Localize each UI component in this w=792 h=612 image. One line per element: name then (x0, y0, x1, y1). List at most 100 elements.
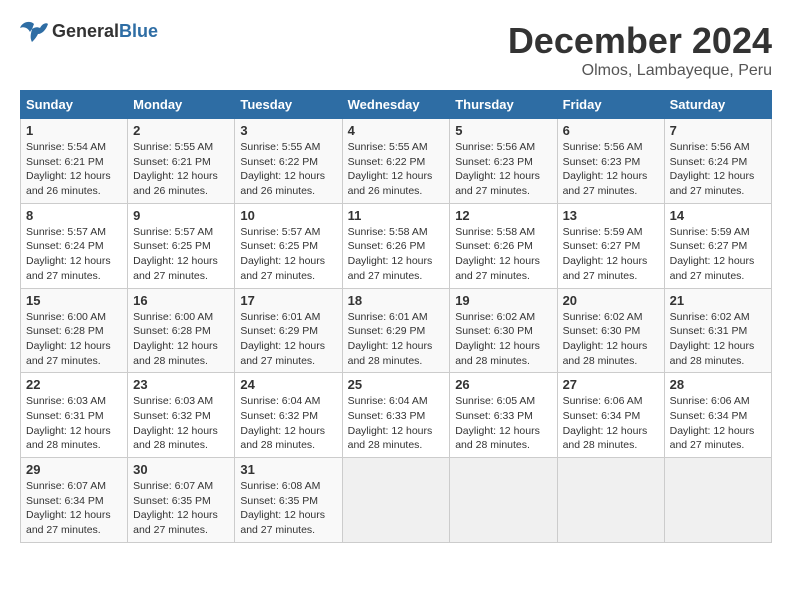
header-friday: Friday (557, 91, 664, 119)
calendar-cell: 21 Sunrise: 6:02 AM Sunset: 6:31 PM Dayl… (664, 288, 771, 373)
week-row-3: 15 Sunrise: 6:00 AM Sunset: 6:28 PM Dayl… (21, 288, 772, 373)
day-number: 31 (240, 462, 336, 477)
day-number: 23 (133, 377, 229, 392)
day-number: 20 (563, 293, 659, 308)
day-info: Sunrise: 6:01 AM Sunset: 6:29 PM Dayligh… (240, 310, 336, 369)
calendar-cell: 11 Sunrise: 5:58 AM Sunset: 6:26 PM Dayl… (342, 203, 450, 288)
logo: GeneralBlue (20, 20, 158, 42)
calendar-cell: 24 Sunrise: 6:04 AM Sunset: 6:32 PM Dayl… (235, 373, 342, 458)
day-info: Sunrise: 6:07 AM Sunset: 6:35 PM Dayligh… (133, 479, 229, 538)
calendar-cell: 20 Sunrise: 6:02 AM Sunset: 6:30 PM Dayl… (557, 288, 664, 373)
day-number: 4 (348, 123, 445, 138)
day-number: 3 (240, 123, 336, 138)
day-number: 7 (670, 123, 766, 138)
calendar-cell: 17 Sunrise: 6:01 AM Sunset: 6:29 PM Dayl… (235, 288, 342, 373)
calendar-cell: 7 Sunrise: 5:56 AM Sunset: 6:24 PM Dayli… (664, 119, 771, 204)
week-row-2: 8 Sunrise: 5:57 AM Sunset: 6:24 PM Dayli… (21, 203, 772, 288)
day-info: Sunrise: 6:01 AM Sunset: 6:29 PM Dayligh… (348, 310, 445, 369)
calendar-cell: 27 Sunrise: 6:06 AM Sunset: 6:34 PM Dayl… (557, 373, 664, 458)
calendar-cell: 3 Sunrise: 5:55 AM Sunset: 6:22 PM Dayli… (235, 119, 342, 204)
day-info: Sunrise: 6:00 AM Sunset: 6:28 PM Dayligh… (133, 310, 229, 369)
day-info: Sunrise: 5:56 AM Sunset: 6:23 PM Dayligh… (455, 140, 551, 199)
week-row-4: 22 Sunrise: 6:03 AM Sunset: 6:31 PM Dayl… (21, 373, 772, 458)
header-tuesday: Tuesday (235, 91, 342, 119)
day-number: 26 (455, 377, 551, 392)
day-number: 19 (455, 293, 551, 308)
title-area: December 2024 Olmos, Lambayeque, Peru (508, 20, 772, 80)
calendar-cell: 1 Sunrise: 5:54 AM Sunset: 6:21 PM Dayli… (21, 119, 128, 204)
day-number: 1 (26, 123, 122, 138)
day-info: Sunrise: 6:02 AM Sunset: 6:30 PM Dayligh… (455, 310, 551, 369)
day-number: 17 (240, 293, 336, 308)
day-info: Sunrise: 5:59 AM Sunset: 6:27 PM Dayligh… (563, 225, 659, 284)
calendar-cell: 25 Sunrise: 6:04 AM Sunset: 6:33 PM Dayl… (342, 373, 450, 458)
day-info: Sunrise: 6:00 AM Sunset: 6:28 PM Dayligh… (26, 310, 122, 369)
calendar-cell: 30 Sunrise: 6:07 AM Sunset: 6:35 PM Dayl… (128, 458, 235, 543)
calendar-title: December 2024 (508, 20, 772, 62)
header-thursday: Thursday (450, 91, 557, 119)
day-info: Sunrise: 6:04 AM Sunset: 6:33 PM Dayligh… (348, 394, 445, 453)
day-info: Sunrise: 6:02 AM Sunset: 6:31 PM Dayligh… (670, 310, 766, 369)
calendar-cell: 5 Sunrise: 5:56 AM Sunset: 6:23 PM Dayli… (450, 119, 557, 204)
header-saturday: Saturday (664, 91, 771, 119)
header-monday: Monday (128, 91, 235, 119)
day-info: Sunrise: 6:08 AM Sunset: 6:35 PM Dayligh… (240, 479, 336, 538)
calendar-cell: 31 Sunrise: 6:08 AM Sunset: 6:35 PM Dayl… (235, 458, 342, 543)
week-row-1: 1 Sunrise: 5:54 AM Sunset: 6:21 PM Dayli… (21, 119, 772, 204)
day-info: Sunrise: 6:04 AM Sunset: 6:32 PM Dayligh… (240, 394, 336, 453)
calendar-subtitle: Olmos, Lambayeque, Peru (508, 62, 772, 80)
day-number: 25 (348, 377, 445, 392)
calendar-cell: 6 Sunrise: 5:56 AM Sunset: 6:23 PM Dayli… (557, 119, 664, 204)
day-number: 29 (26, 462, 122, 477)
day-info: Sunrise: 5:55 AM Sunset: 6:22 PM Dayligh… (240, 140, 336, 199)
day-number: 27 (563, 377, 659, 392)
calendar-cell: 19 Sunrise: 6:02 AM Sunset: 6:30 PM Dayl… (450, 288, 557, 373)
day-info: Sunrise: 5:56 AM Sunset: 6:24 PM Dayligh… (670, 140, 766, 199)
day-number: 21 (670, 293, 766, 308)
logo-bird-icon (20, 20, 48, 42)
day-number: 18 (348, 293, 445, 308)
logo-text: GeneralBlue (52, 21, 158, 42)
day-info: Sunrise: 5:56 AM Sunset: 6:23 PM Dayligh… (563, 140, 659, 199)
calendar-cell: 15 Sunrise: 6:00 AM Sunset: 6:28 PM Dayl… (21, 288, 128, 373)
header-wednesday: Wednesday (342, 91, 450, 119)
calendar-cell: 28 Sunrise: 6:06 AM Sunset: 6:34 PM Dayl… (664, 373, 771, 458)
day-number: 6 (563, 123, 659, 138)
day-number: 22 (26, 377, 122, 392)
day-info: Sunrise: 6:03 AM Sunset: 6:31 PM Dayligh… (26, 394, 122, 453)
calendar-cell: 26 Sunrise: 6:05 AM Sunset: 6:33 PM Dayl… (450, 373, 557, 458)
week-row-5: 29 Sunrise: 6:07 AM Sunset: 6:34 PM Dayl… (21, 458, 772, 543)
day-number: 14 (670, 208, 766, 223)
day-number: 15 (26, 293, 122, 308)
calendar-cell: 16 Sunrise: 6:00 AM Sunset: 6:28 PM Dayl… (128, 288, 235, 373)
day-info: Sunrise: 5:57 AM Sunset: 6:24 PM Dayligh… (26, 225, 122, 284)
calendar-cell: 12 Sunrise: 5:58 AM Sunset: 6:26 PM Dayl… (450, 203, 557, 288)
day-info: Sunrise: 5:58 AM Sunset: 6:26 PM Dayligh… (348, 225, 445, 284)
calendar-cell: 10 Sunrise: 5:57 AM Sunset: 6:25 PM Dayl… (235, 203, 342, 288)
calendar-cell: 18 Sunrise: 6:01 AM Sunset: 6:29 PM Dayl… (342, 288, 450, 373)
day-info: Sunrise: 6:05 AM Sunset: 6:33 PM Dayligh… (455, 394, 551, 453)
day-number: 11 (348, 208, 445, 223)
day-number: 10 (240, 208, 336, 223)
calendar-cell: 9 Sunrise: 5:57 AM Sunset: 6:25 PM Dayli… (128, 203, 235, 288)
day-info: Sunrise: 6:07 AM Sunset: 6:34 PM Dayligh… (26, 479, 122, 538)
calendar-cell: 8 Sunrise: 5:57 AM Sunset: 6:24 PM Dayli… (21, 203, 128, 288)
day-info: Sunrise: 5:54 AM Sunset: 6:21 PM Dayligh… (26, 140, 122, 199)
calendar-cell: 13 Sunrise: 5:59 AM Sunset: 6:27 PM Dayl… (557, 203, 664, 288)
day-number: 24 (240, 377, 336, 392)
day-info: Sunrise: 6:02 AM Sunset: 6:30 PM Dayligh… (563, 310, 659, 369)
calendar-cell (557, 458, 664, 543)
day-info: Sunrise: 5:55 AM Sunset: 6:21 PM Dayligh… (133, 140, 229, 199)
calendar-cell: 4 Sunrise: 5:55 AM Sunset: 6:22 PM Dayli… (342, 119, 450, 204)
day-number: 28 (670, 377, 766, 392)
day-number: 2 (133, 123, 229, 138)
logo-general: General (52, 21, 119, 41)
calendar-cell (664, 458, 771, 543)
calendar-cell: 22 Sunrise: 6:03 AM Sunset: 6:31 PM Dayl… (21, 373, 128, 458)
day-info: Sunrise: 5:58 AM Sunset: 6:26 PM Dayligh… (455, 225, 551, 284)
calendar-cell: 2 Sunrise: 5:55 AM Sunset: 6:21 PM Dayli… (128, 119, 235, 204)
day-info: Sunrise: 5:55 AM Sunset: 6:22 PM Dayligh… (348, 140, 445, 199)
calendar-table: Sunday Monday Tuesday Wednesday Thursday… (20, 90, 772, 543)
day-info: Sunrise: 6:06 AM Sunset: 6:34 PM Dayligh… (670, 394, 766, 453)
day-number: 5 (455, 123, 551, 138)
